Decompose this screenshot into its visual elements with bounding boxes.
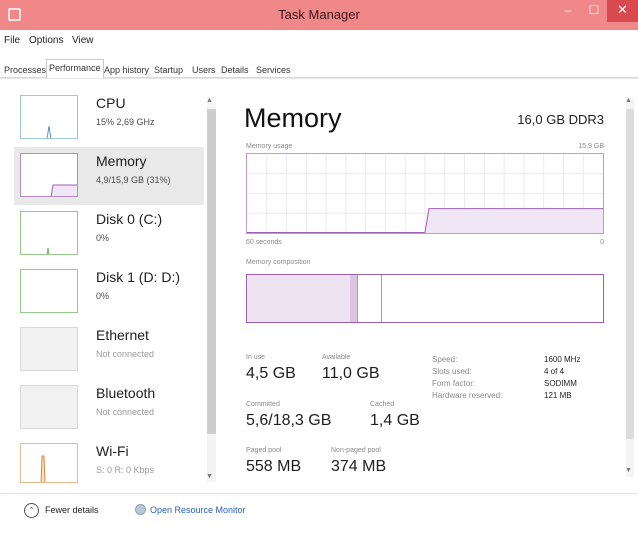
cpu-graph-thumbnail (20, 95, 78, 139)
resource-item-wifi[interactable]: Wi-Fi S: 0 R: 0 Kbps (14, 437, 204, 489)
performance-panel: CPU 15% 2,69 GHz Memory 4,9/15,9 GB (31%… (0, 78, 638, 493)
available-label: Available (322, 354, 351, 361)
scroll-up-arrow-icon[interactable]: ▲ (625, 97, 632, 104)
resource-item-bluetooth[interactable]: Bluetooth Not connected (14, 379, 204, 437)
menu-file[interactable]: File (4, 35, 20, 46)
cached-value: 1,4 GB (370, 412, 420, 429)
scrollbar-thumb[interactable] (207, 109, 216, 434)
form-factor-value: SODIMM (544, 379, 577, 388)
resource-name: Disk 0 (C:) (96, 211, 163, 227)
scroll-up-arrow-icon[interactable]: ▲ (206, 97, 213, 104)
tab-users[interactable]: Users (189, 61, 219, 78)
non-paged-pool-label: Non-paged pool (331, 447, 381, 454)
resource-item-disk-1[interactable]: Disk 1 (D: D:) 0% (14, 263, 204, 321)
composition-divider (381, 275, 382, 322)
resource-name: Bluetooth (96, 385, 156, 401)
resource-name: Memory (96, 153, 147, 169)
resource-name: Ethernet (96, 327, 149, 343)
slots-used-value: 4 of 4 (544, 367, 565, 376)
title-bar: Task Manager – ☐ ✕ (0, 0, 638, 30)
disk-graph-thumbnail (20, 269, 78, 313)
paged-pool-label: Paged pool (246, 447, 282, 454)
committed-value: 5,6/18,3 GB (246, 412, 332, 429)
memory-graph-thumbnail (20, 153, 78, 197)
speed-value: 1600 MHz (544, 355, 581, 364)
usage-graph-time-label: 60 seconds (246, 239, 282, 246)
composition-modified-bar (350, 275, 357, 322)
scrollbar-thumb[interactable] (626, 109, 634, 439)
menu-options[interactable]: Options (29, 35, 63, 46)
hardware-reserved-label: Hardware reserved: (432, 391, 503, 400)
wifi-graph-thumbnail (20, 443, 78, 483)
usage-graph-min-label: 0 (600, 239, 604, 246)
available-value: 11,0 GB (322, 365, 380, 382)
cached-label: Cached (370, 401, 395, 408)
disk-graph-thumbnail (20, 211, 78, 255)
minimize-button[interactable]: – (555, 0, 581, 22)
ethernet-graph-thumbnail (20, 327, 78, 371)
resource-name: CPU (96, 95, 126, 111)
sidebar-scrollbar[interactable]: ▲ ▼ (205, 97, 217, 482)
tab-processes[interactable]: Processes (1, 61, 49, 78)
resource-name: Disk 1 (D: D:) (96, 269, 180, 285)
footer-bar: ⌃ Fewer details Open Resource Monitor (0, 493, 638, 533)
resource-monitor-icon (135, 504, 146, 515)
open-resource-monitor-link[interactable]: Open Resource Monitor (150, 505, 246, 515)
window-title: Task Manager (278, 7, 360, 22)
memory-composition-graph (246, 274, 604, 323)
resource-item-disk-0[interactable]: Disk 0 (C:) 0% (14, 205, 204, 263)
committed-label: Committed (246, 401, 280, 408)
scroll-down-arrow-icon[interactable]: ▼ (206, 473, 213, 480)
menu-view[interactable]: View (72, 35, 94, 46)
resource-sub: Not connected (96, 349, 155, 359)
resource-sub: 0% (96, 233, 110, 243)
composition-in-use-bar (247, 275, 350, 322)
form-factor-label: Form factor: (432, 379, 476, 388)
tab-services[interactable]: Services (253, 61, 294, 78)
resource-sub: 4,9/15,9 GB (31%) (96, 175, 171, 185)
fewer-details-button[interactable]: Fewer details (45, 505, 99, 515)
resource-sub: 15% 2,69 GHz (96, 117, 155, 127)
scroll-down-arrow-icon[interactable]: ▼ (625, 467, 632, 474)
resource-item-ethernet[interactable]: Ethernet Not connected (14, 321, 204, 379)
menu-bar: File Options View (0, 30, 638, 52)
resource-sub: 0% (96, 291, 110, 301)
composition-graph-label: Memory composition (246, 259, 311, 266)
composition-divider (357, 275, 358, 322)
non-paged-pool-value: 374 MB (331, 458, 387, 475)
tab-bar: Processes Performance App history Startu… (0, 52, 638, 78)
chevron-up-circle-icon[interactable]: ⌃ (24, 503, 39, 518)
resource-item-cpu[interactable]: CPU 15% 2,69 GHz (14, 89, 204, 147)
maximize-button[interactable]: ☐ (581, 0, 607, 22)
resource-name: Wi-Fi (96, 443, 129, 459)
tab-performance[interactable]: Performance (46, 59, 104, 78)
main-scrollbar[interactable]: ▲ ▼ (624, 97, 636, 477)
tab-startup[interactable]: Startup (151, 61, 186, 78)
resource-sub: S: 0 R: 0 Kbps (96, 465, 155, 475)
page-title: Memory (244, 103, 342, 133)
resource-sub: Not connected (96, 407, 155, 417)
hardware-reserved-value: 121 MB (544, 391, 572, 400)
usage-graph-label: Memory usage (246, 143, 293, 150)
resource-list: CPU 15% 2,69 GHz Memory 4,9/15,9 GB (31%… (14, 89, 204, 489)
speed-label: Speed: (432, 355, 458, 364)
slots-used-label: Slots used: (432, 367, 472, 376)
memory-usage-chart (247, 154, 603, 233)
memory-usage-graph (246, 153, 604, 234)
bluetooth-graph-thumbnail (20, 385, 78, 429)
tab-app-history[interactable]: App history (101, 61, 152, 78)
paged-pool-value: 558 MB (246, 458, 302, 475)
close-button[interactable]: ✕ (607, 0, 638, 22)
in-use-value: 4,5 GB (246, 365, 296, 382)
resource-item-memory[interactable]: Memory 4,9/15,9 GB (31%) (14, 147, 204, 205)
tab-details[interactable]: Details (218, 61, 252, 78)
memory-spec: 16,0 GB DDR3 (517, 112, 604, 127)
in-use-label: In use (246, 354, 266, 361)
usage-graph-max-label: 15,9 GB (578, 143, 604, 150)
